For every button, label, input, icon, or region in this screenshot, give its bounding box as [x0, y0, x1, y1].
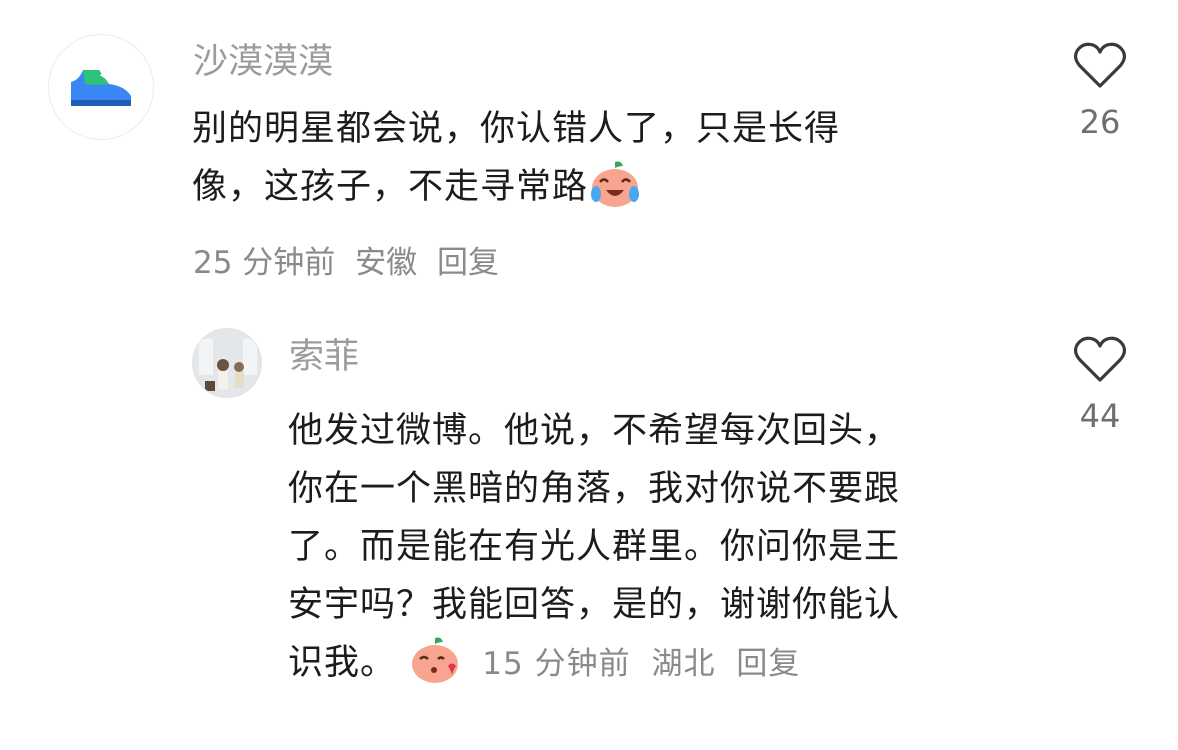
commenter-username[interactable]: 沙漠漠漠 [193, 40, 333, 84]
comment-line: 像，这孩子，不走寻常路 [192, 158, 1052, 216]
sneaker-icon [71, 68, 131, 106]
reply-to-reply-button[interactable]: 回复 [736, 646, 800, 682]
commenter-avatar[interactable] [48, 34, 154, 140]
reply-line: 安宇吗？我能回答，是的，谢谢你能认 [288, 585, 901, 625]
reply-line-text: 识我。 [288, 643, 397, 683]
heart-icon [1073, 336, 1127, 382]
comment-location: 安徽 [355, 245, 418, 281]
comment-text: 别的明星都会说，你认错人了，只是长得 像，这孩子，不走寻常路 [192, 100, 1052, 216]
reply-button[interactable]: 回复 [437, 245, 499, 281]
reply-like-count: 44 [1079, 397, 1121, 435]
crying-laughing-peach-emoji [588, 158, 642, 208]
comment-time: 25 分钟前 [193, 245, 336, 281]
comment-meta: 25 分钟前 安徽 回复 [193, 243, 509, 283]
reply-like-button[interactable]: 44 [1065, 336, 1135, 436]
reply-text: 他发过微博。他说，不希望每次回头， 你在一个黑暗的角落，我对你说不要跟 了。而是… [288, 402, 1048, 692]
reply-line: 了。而是能在有光人群里。你问你是王 [288, 527, 901, 567]
comment-line-text: 像，这孩子，不走寻常路 [192, 167, 589, 207]
reply-time: 15 分钟前 [482, 646, 631, 682]
photo-avatar-image [193, 329, 261, 397]
reply-last-line: 识我。 15 分钟前 湖北 回复 [288, 634, 1048, 692]
like-button[interactable]: 26 [1065, 42, 1135, 142]
reply-commenter-username[interactable]: 索菲 [289, 335, 359, 379]
reply-line: 你在一个黑暗的角落，我对你说不要跟 [288, 469, 901, 509]
reply-line: 他发过微博。他说，不希望每次回头， [288, 411, 901, 451]
reply-commenter-avatar[interactable] [192, 328, 262, 398]
heart-icon [1073, 42, 1127, 88]
comment-line: 别的明星都会说，你认错人了，只是长得 [192, 109, 841, 149]
like-count: 26 [1079, 103, 1121, 141]
reply-meta: 15 分钟前 湖北 回复 [482, 646, 810, 682]
reply-location: 湖北 [651, 646, 716, 682]
blowing-kiss-peach-emoji [408, 634, 462, 684]
